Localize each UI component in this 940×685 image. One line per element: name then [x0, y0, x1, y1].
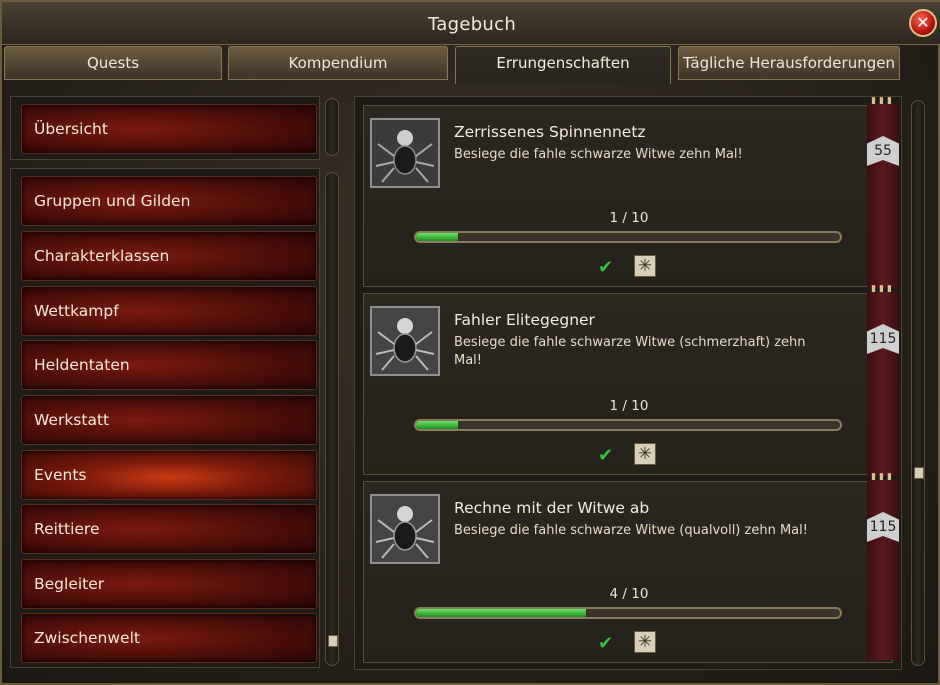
star-icon: ✳	[637, 444, 653, 464]
achievement-list: Zerrissenes Spinnennetz Besiege die fahl…	[354, 96, 902, 670]
achievement-progress-fill	[416, 421, 459, 429]
tab-bar: Quests Kompendium Errungenschaften Tägli…	[2, 46, 940, 84]
points-ribbon: ▮▮▮ 115	[867, 473, 899, 660]
achievement-progress-fill	[416, 233, 459, 241]
sidebar-item-werkstatt[interactable]: Werkstatt	[21, 395, 317, 445]
spider-widow-icon	[370, 494, 440, 564]
ribbon-pins-icon: ▮▮▮	[871, 472, 895, 482]
achievement-progress-text: 4 / 10	[609, 586, 649, 602]
sidebar-item-uebersicht[interactable]: Übersicht	[21, 104, 317, 154]
favorite-star-button[interactable]: ✳	[634, 443, 656, 465]
ribbon-pins-icon: ▮▮▮	[871, 284, 895, 294]
favorite-star-button[interactable]: ✳	[634, 631, 656, 653]
close-icon: ✕	[916, 13, 930, 32]
achievement-description: Besiege die fahle schwarze Witwe (qualvo…	[454, 523, 808, 538]
track-check-icon[interactable]: ✔	[598, 447, 618, 465]
category-list: Gruppen und Gilden Charakterklassen Wett…	[10, 168, 320, 668]
achievement-title: Rechne mit der Witwe ab	[454, 499, 650, 517]
favorite-star-button[interactable]: ✳	[634, 255, 656, 277]
sidebar-item-heldentaten[interactable]: Heldentaten	[21, 340, 317, 390]
spider-widow-icon	[370, 306, 440, 376]
achievement-progress-text: 1 / 10	[609, 210, 649, 226]
achievement-card: Zerrissenes Spinnennetz Besiege die fahl…	[363, 97, 899, 288]
sidebar-item-wettkampf[interactable]: Wettkampf	[21, 286, 317, 336]
achievement-progress-fill	[416, 609, 586, 617]
ribbon-pins-icon: ▮▮▮	[871, 96, 895, 106]
achievement-progress-bar	[414, 419, 842, 431]
track-check-icon[interactable]: ✔	[598, 259, 618, 277]
sidebar-item-events[interactable]: Events	[21, 450, 317, 500]
points-ribbon: ▮▮▮ 115	[867, 285, 899, 476]
overview-scrollbar[interactable]	[325, 98, 339, 156]
tab-quests[interactable]: Quests	[4, 46, 222, 80]
points-ribbon: ▮▮▮ 55	[867, 97, 899, 288]
star-icon: ✳	[637, 256, 653, 276]
sidebar-item-charakterklassen[interactable]: Charakterklassen	[21, 231, 317, 281]
category-scrollbar[interactable]	[325, 172, 339, 666]
sidebar-item-zwischenwelt[interactable]: Zwischenwelt	[21, 613, 317, 663]
overview-box: Übersicht	[10, 96, 320, 160]
achievement-title: Fahler Elitegegner	[454, 311, 595, 329]
tab-kompendium[interactable]: Kompendium	[228, 46, 448, 80]
tab-errungenschaften[interactable]: Errungenschaften	[455, 46, 671, 84]
category-sidebar: Übersicht Gruppen und Gilden Charakterkl…	[10, 96, 344, 670]
achievement-description: Besiege die fahle schwarze Witwe zehn Ma…	[454, 147, 743, 162]
sidebar-item-gruppen-und-gilden[interactable]: Gruppen und Gilden	[21, 176, 317, 226]
achievement-scrollbar-thumb[interactable]	[914, 467, 924, 479]
window-title: Tagebuch	[427, 14, 517, 35]
achievement-progress-bar	[414, 231, 842, 243]
achievement-progress-text: 1 / 10	[609, 398, 649, 414]
achievement-card: Rechne mit der Witwe ab Besiege die fahl…	[363, 473, 899, 663]
achievement-description: Besiege die fahle schwarze Witwe (schmer…	[454, 335, 806, 368]
track-check-icon[interactable]: ✔	[598, 635, 618, 653]
achievement-title: Zerrissenes Spinnennetz	[454, 123, 646, 141]
star-icon: ✳	[637, 632, 653, 652]
achievement-progress-bar	[414, 607, 842, 619]
points-badge: 115	[867, 512, 899, 542]
achievement-scrollbar[interactable]	[911, 100, 925, 666]
achievement-card: Fahler Elitegegner Besiege die fahle sch…	[363, 285, 899, 476]
spider-widow-icon	[370, 118, 440, 188]
points-badge: 115	[867, 324, 899, 354]
tab-taegliche-herausforderungen[interactable]: Tägliche Herausforderungen	[678, 46, 900, 80]
category-scrollbar-thumb[interactable]	[328, 635, 338, 647]
points-badge: 55	[867, 136, 899, 166]
journal-window: Tagebuch ✕ Quests Kompendium Errungensch…	[0, 0, 940, 685]
title-bar: Tagebuch ✕	[2, 2, 940, 45]
sidebar-item-begleiter[interactable]: Begleiter	[21, 559, 317, 609]
sidebar-item-reittiere[interactable]: Reittiere	[21, 504, 317, 554]
close-button[interactable]: ✕	[909, 9, 937, 37]
